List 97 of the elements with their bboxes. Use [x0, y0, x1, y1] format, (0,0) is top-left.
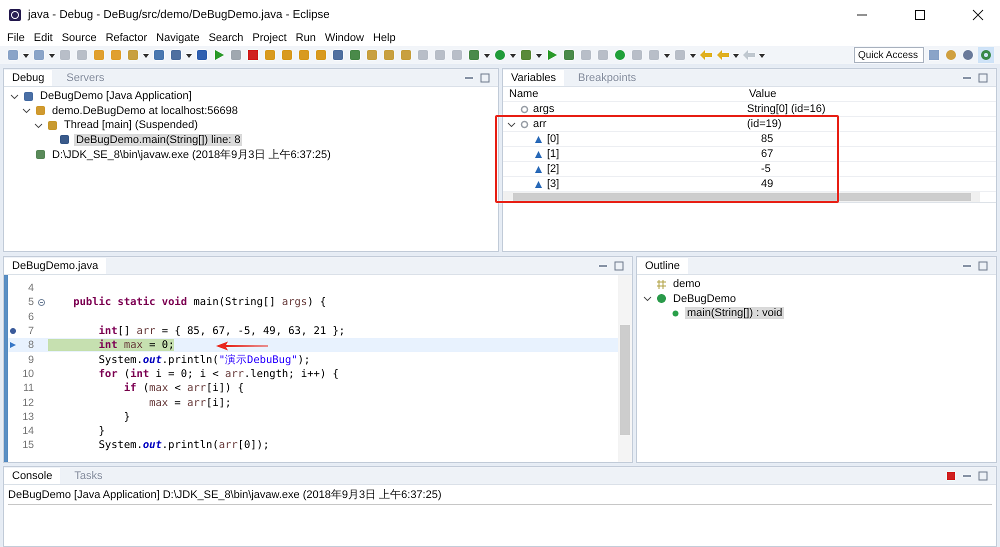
- chevron-icon[interactable]: [34, 120, 43, 130]
- variable-name[interactable]: [1]: [547, 148, 560, 160]
- line-number: 14: [21, 425, 34, 438]
- line-number: 13: [21, 410, 34, 423]
- debug-tree-item[interactable]: D:\JDK_SE_8\bin\javaw.exe (2018年9月3日 上午6:37:25): [50, 146, 333, 162]
- menu-item[interactable]: Source: [62, 32, 97, 44]
- editor-tab[interactable]: DeBugDemo.java: [4, 258, 106, 274]
- debug-tree-item[interactable]: DeBugDemo [Java Application]: [38, 90, 194, 102]
- line-number: 5: [27, 296, 34, 308]
- fold-icon[interactable]: [38, 298, 44, 306]
- window-title: java - Debug - DeBug/src/demo/DeBugDemo.java - Eclipse: [28, 9, 330, 21]
- stop-icon[interactable]: [246, 48, 260, 62]
- maximize-icon[interactable]: [914, 9, 926, 21]
- play-icon[interactable]: [212, 48, 226, 62]
- chevron-icon[interactable]: [10, 92, 19, 101]
- code-line: max = arr[i];: [148, 396, 232, 409]
- line-number: 15: [21, 439, 34, 452]
- line-number: 6: [27, 310, 34, 323]
- line-number: 9: [27, 354, 34, 366]
- menu-item[interactable]: Help: [372, 32, 396, 44]
- line-number: 7: [27, 325, 34, 338]
- variable-name[interactable]: [2]: [547, 163, 560, 175]
- circle-icon[interactable]: [613, 48, 627, 62]
- chevron-icon[interactable]: [507, 120, 516, 128]
- circle-icon: [520, 104, 529, 114]
- variable-name[interactable]: [0]: [547, 133, 560, 145]
- tree-node-icon: [59, 134, 70, 146]
- circle-icon: [520, 120, 529, 128]
- line-number: 11: [22, 382, 34, 394]
- eclipse-logo-icon: [8, 8, 22, 22]
- tree-node-icon: [35, 105, 46, 116]
- outline-item[interactable]: demo: [671, 278, 703, 290]
- view-tab[interactable]: Variables: [503, 70, 564, 86]
- menu-item[interactable]: Window: [324, 32, 364, 44]
- debug-tree-item[interactable]: demo.DeBugDemo at localhost:56698: [50, 104, 240, 117]
- code-line: public static void main(String[] args) {: [72, 296, 326, 308]
- menu-item[interactable]: File: [7, 32, 25, 44]
- toolbar-icon[interactable]: [467, 48, 481, 62]
- line-number: 12: [21, 396, 34, 409]
- chevron-icon[interactable]: [643, 294, 652, 304]
- variable-name[interactable]: [3]: [547, 178, 560, 190]
- console-header: DeBugDemo [Java Application] D:\JDK_SE_8\bin\javaw.exe (2018年9月3日 上午6:37:25): [8, 487, 992, 505]
- annotation-arrow: [216, 341, 268, 351]
- circle-icon: [656, 293, 667, 304]
- code-line: }: [98, 425, 105, 438]
- variable-value: 85: [761, 133, 774, 145]
- stop-icon[interactable]: [946, 470, 956, 480]
- line-number: 10: [21, 368, 34, 380]
- menu-item[interactable]: Run: [296, 32, 316, 44]
- close-icon[interactable]: [972, 9, 984, 21]
- menu-item[interactable]: Refactor: [106, 32, 148, 44]
- variable-value: 49: [761, 178, 774, 190]
- grid-icon: [656, 278, 667, 290]
- toolbar-icon[interactable]: [195, 48, 209, 62]
- code-line: if (max < arr[i]) {: [122, 382, 244, 394]
- code-line: int[] arr = { 85, 67, -5, 49, 63, 21 };: [98, 325, 346, 338]
- toolbar-icon[interactable]: [152, 48, 166, 62]
- code-line: for (int i = 0; i < arr.length; i++) {: [98, 368, 339, 380]
- variable-value: String[0] (id=16): [747, 103, 827, 115]
- tree-node-icon: [47, 120, 58, 131]
- variable-name[interactable]: args: [533, 103, 554, 115]
- line-number: 8: [27, 339, 34, 352]
- variable-name[interactable]: arr: [533, 118, 546, 130]
- quick-access-field[interactable]: Quick Access: [854, 47, 924, 63]
- current-line-icon: [9, 341, 17, 350]
- tree-node-icon: [35, 148, 46, 160]
- view-tab[interactable]: Console: [4, 468, 60, 484]
- tree-node-icon: [23, 90, 34, 102]
- code-line: System.out.println("演示DebuBug");: [98, 352, 310, 367]
- horizontal-scrollbar[interactable]: [503, 192, 980, 202]
- circle-icon: [670, 308, 681, 319]
- view-tab[interactable]: Debug: [4, 70, 52, 86]
- toolbar-icon[interactable]: [348, 48, 362, 62]
- toolbar-icon[interactable]: [562, 48, 576, 62]
- toolbar-icon[interactable]: [331, 48, 345, 62]
- column-header[interactable]: Value: [749, 88, 996, 100]
- vertical-scrollbar[interactable]: [618, 275, 632, 462]
- chevron-icon[interactable]: [22, 106, 31, 116]
- debug-tree-item[interactable]: Thread [main] (Suspended): [62, 119, 200, 132]
- code-line: }: [122, 410, 130, 423]
- variable-value: 67: [761, 148, 774, 160]
- line-number: 4: [27, 282, 34, 294]
- view-tab[interactable]: Outline: [637, 258, 688, 274]
- menu-item[interactable]: Project: [252, 32, 287, 44]
- breakpoint-icon[interactable]: [9, 327, 17, 336]
- menu-item[interactable]: Navigate: [156, 32, 200, 44]
- outline-item[interactable]: main(String[]) : void: [685, 307, 784, 320]
- menu-item[interactable]: Search: [208, 32, 244, 44]
- toolbar-icon[interactable]: [519, 48, 533, 62]
- column-header[interactable]: Name: [503, 88, 749, 100]
- variable-value: (id=19): [747, 118, 783, 130]
- outline-item[interactable]: DeBugDemo: [671, 292, 738, 305]
- menu-item[interactable]: Edit: [34, 32, 53, 44]
- variable-value: -5: [761, 163, 772, 175]
- code-line: System.out.println(arr[0]);: [98, 439, 270, 452]
- debug-tree-item[interactable]: DeBugDemo.main(String[]) line: 8: [74, 134, 242, 146]
- toolbar-icon[interactable]: [169, 48, 183, 62]
